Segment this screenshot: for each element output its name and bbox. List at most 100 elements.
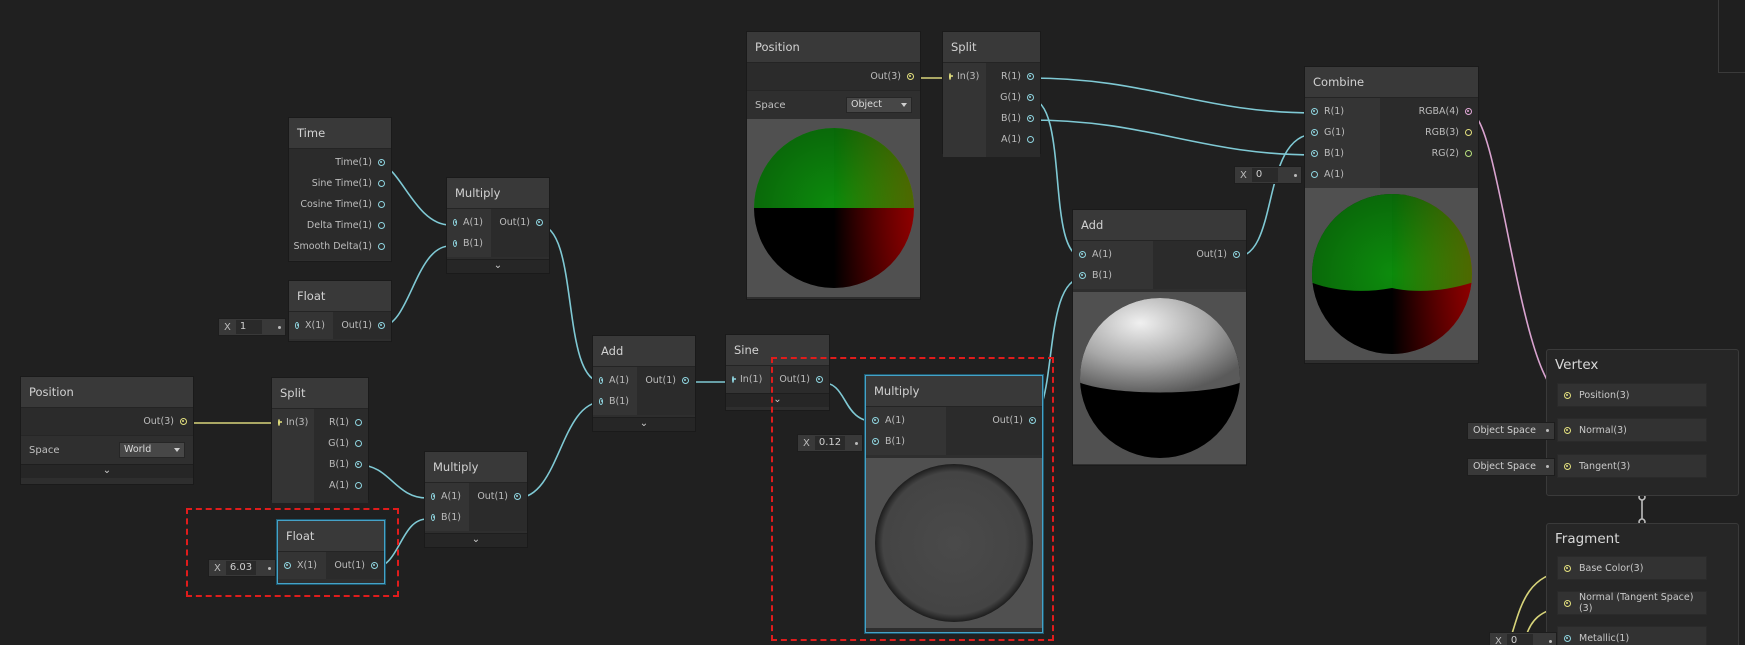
- port-dot-icon[interactable]: [1564, 599, 1571, 607]
- port-dot-icon[interactable]: [378, 243, 385, 250]
- multiply-node-mid[interactable]: Multiply A(1) B(1) Out(1) ⌄: [425, 452, 527, 547]
- port-g[interactable]: G(1): [1305, 122, 1380, 143]
- port-dot-icon[interactable]: [295, 322, 300, 329]
- add-node-mid[interactable]: Add A(1) B(1) Out(1) ⌄: [593, 336, 695, 431]
- port-out[interactable]: Out(3): [135, 411, 193, 432]
- port-rgb[interactable]: RGB(3): [1417, 122, 1478, 143]
- x-value[interactable]: 0: [1251, 168, 1278, 182]
- port-out[interactable]: Out(1): [469, 486, 527, 507]
- port-dot-icon[interactable]: [1564, 426, 1571, 434]
- port-rgba[interactable]: RGBA(4): [1411, 101, 1478, 122]
- float-node-top[interactable]: Float X(1) Out(1): [289, 281, 391, 341]
- port-dot-icon[interactable]: [1465, 150, 1472, 157]
- port-dot-icon[interactable]: [378, 322, 385, 329]
- port-dot-icon[interactable]: [1079, 272, 1086, 279]
- port-dot-icon[interactable]: [1027, 73, 1034, 80]
- port-dot-icon[interactable]: [599, 377, 604, 384]
- port-g[interactable]: G(1): [992, 87, 1040, 108]
- position-node-left[interactable]: Position Out(3) Space World ⌄: [21, 377, 193, 484]
- port-dot-icon[interactable]: [1027, 94, 1034, 101]
- port-out[interactable]: Out(1): [637, 370, 695, 391]
- port-dot-icon[interactable]: [1564, 462, 1571, 470]
- shader-graph-canvas[interactable]: Time Time(1) Sine Time(1) Cosine Time(1)…: [0, 0, 1745, 645]
- port-dot-icon[interactable]: [732, 376, 737, 383]
- port-dot-icon[interactable]: [1564, 634, 1571, 642]
- port-dot-icon[interactable]: [180, 418, 187, 425]
- combine-a-x-field[interactable]: X 0: [1234, 166, 1302, 184]
- port-cosine-time[interactable]: Cosine Time(1): [292, 194, 391, 215]
- port-out[interactable]: Out(1): [491, 212, 549, 233]
- port-out[interactable]: Out(1): [333, 315, 391, 336]
- port-dot-icon[interactable]: [1311, 171, 1318, 178]
- slot-base-color[interactable]: Base Color(3): [1557, 556, 1707, 580]
- port-r[interactable]: R(1): [1305, 101, 1380, 122]
- port-dot-icon[interactable]: [514, 493, 521, 500]
- port-dot-icon[interactable]: [355, 419, 362, 426]
- chevron-down-icon[interactable]: ⌄: [21, 464, 193, 478]
- port-r[interactable]: R(1): [993, 66, 1040, 87]
- port-dot-icon[interactable]: [431, 514, 436, 521]
- port-delta-time[interactable]: Delta Time(1): [299, 215, 391, 236]
- port-dot-icon[interactable]: [378, 180, 385, 187]
- port-dot-icon[interactable]: [1311, 150, 1318, 157]
- port-dot-icon[interactable]: [431, 493, 436, 500]
- port-x[interactable]: X(1): [289, 315, 333, 336]
- port-dot-icon[interactable]: [378, 201, 385, 208]
- combine-node[interactable]: Combine R(1) G(1) B(1) A(1) RGBA(4) RGB(…: [1305, 67, 1478, 363]
- chevron-down-icon[interactable]: ⌄: [447, 259, 549, 273]
- port-sine-time[interactable]: Sine Time(1): [304, 173, 391, 194]
- slot-normal[interactable]: Normal(3): [1557, 418, 1707, 442]
- port-dot-icon[interactable]: [355, 440, 362, 447]
- port-b[interactable]: B(1): [321, 454, 368, 475]
- port-r[interactable]: R(1): [321, 412, 368, 433]
- port-out[interactable]: Out(1): [1188, 244, 1246, 265]
- space-dropdown[interactable]: World: [119, 442, 185, 458]
- tangent-space-field[interactable]: Object Space: [1467, 458, 1555, 476]
- port-dot-icon[interactable]: [1564, 564, 1571, 572]
- port-g[interactable]: G(1): [320, 433, 368, 454]
- port-dot-icon[interactable]: [1465, 129, 1472, 136]
- port-dot-icon[interactable]: [1311, 108, 1318, 115]
- port-dot-icon[interactable]: [453, 219, 458, 226]
- slot-metallic[interactable]: Metallic(1): [1557, 626, 1707, 645]
- fragment-master-node[interactable]: Fragment Base Color(3) Normal (Tangent S…: [1546, 523, 1739, 645]
- port-a[interactable]: A(1): [447, 212, 491, 233]
- port-dot-icon[interactable]: [599, 398, 604, 405]
- port-b[interactable]: B(1): [593, 391, 637, 412]
- port-a[interactable]: A(1): [593, 370, 637, 391]
- port-dot-icon[interactable]: [355, 461, 362, 468]
- port-b[interactable]: B(1): [447, 233, 491, 254]
- port-a[interactable]: A(1): [1305, 164, 1380, 185]
- port-in[interactable]: In(3): [943, 66, 986, 87]
- normal-space-field[interactable]: Object Space: [1467, 422, 1555, 440]
- port-dot-icon[interactable]: [1079, 251, 1086, 258]
- port-dot-icon[interactable]: [378, 222, 385, 229]
- vertex-master-node[interactable]: Vertex Position(3) Normal(3) Tangent(3): [1546, 349, 1739, 496]
- port-a[interactable]: A(1): [1073, 244, 1153, 265]
- port-in[interactable]: In(3): [272, 412, 314, 433]
- multiply-node-top[interactable]: Multiply A(1) B(1) Out(1) ⌄: [447, 178, 549, 273]
- chevron-down-icon[interactable]: ⌄: [593, 417, 695, 431]
- split-node-top[interactable]: Split In(3) R(1) G(1) B(1) A(1): [943, 32, 1040, 157]
- slot-position[interactable]: Position(3): [1557, 383, 1707, 407]
- port-b[interactable]: B(1): [1305, 143, 1380, 164]
- port-dot-icon[interactable]: [949, 73, 954, 80]
- port-dot-icon[interactable]: [1465, 108, 1472, 115]
- metallic-x-field[interactable]: X 0: [1489, 632, 1557, 645]
- port-dot-icon[interactable]: [1233, 251, 1240, 258]
- port-dot-icon[interactable]: [682, 377, 689, 384]
- port-dot-icon[interactable]: [1027, 115, 1034, 122]
- port-dot-icon[interactable]: [1311, 129, 1318, 136]
- port-a[interactable]: A(1): [425, 486, 469, 507]
- add-node-right[interactable]: Add A(1) B(1) Out(1): [1073, 210, 1246, 465]
- time-node[interactable]: Time Time(1) Sine Time(1) Cosine Time(1)…: [289, 118, 391, 261]
- port-dot-icon[interactable]: [355, 482, 362, 489]
- port-rg[interactable]: RG(2): [1424, 143, 1478, 164]
- float-top-x-field[interactable]: X 1: [218, 318, 286, 336]
- port-dot-icon[interactable]: [278, 419, 283, 426]
- position-node-top[interactable]: Position Out(3) Space Object: [747, 32, 920, 299]
- port-b[interactable]: B(1): [1073, 265, 1153, 286]
- port-dot-icon[interactable]: [453, 240, 458, 247]
- port-smooth-delta[interactable]: Smooth Delta(1): [286, 236, 391, 257]
- x-value[interactable]: 1: [235, 320, 262, 334]
